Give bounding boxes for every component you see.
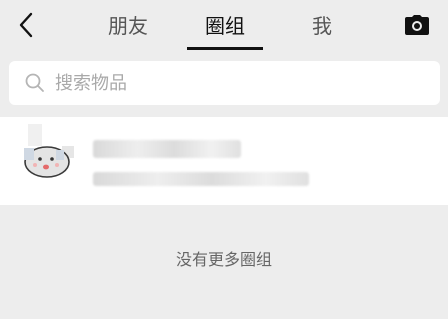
camera-button[interactable]: [402, 12, 432, 38]
tab-me-label: 我: [312, 14, 332, 38]
tab-groups[interactable]: 圈组: [187, 8, 263, 52]
group-subtitle-redacted: [93, 172, 309, 186]
tab-bar: 朋友 圈组 我: [90, 8, 360, 52]
group-name-redacted: [93, 140, 241, 158]
tab-groups-label: 圈组: [205, 14, 245, 38]
tab-me[interactable]: 我: [284, 8, 360, 52]
top-bar: 朋友 圈组 我: [0, 0, 448, 52]
back-button[interactable]: [12, 10, 40, 40]
tab-friends-label: 朋友: [108, 14, 148, 38]
camera-icon: [405, 15, 429, 35]
chevron-left-icon: [19, 12, 33, 38]
search-input[interactable]: [55, 72, 395, 94]
search-bar[interactable]: [9, 61, 440, 105]
group-avatar: [22, 124, 76, 178]
no-more-groups-text: 没有更多圈组: [175, 250, 272, 269]
tab-friends[interactable]: 朋友: [90, 8, 166, 52]
search-icon: [25, 73, 45, 93]
active-tab-indicator: [187, 47, 263, 50]
